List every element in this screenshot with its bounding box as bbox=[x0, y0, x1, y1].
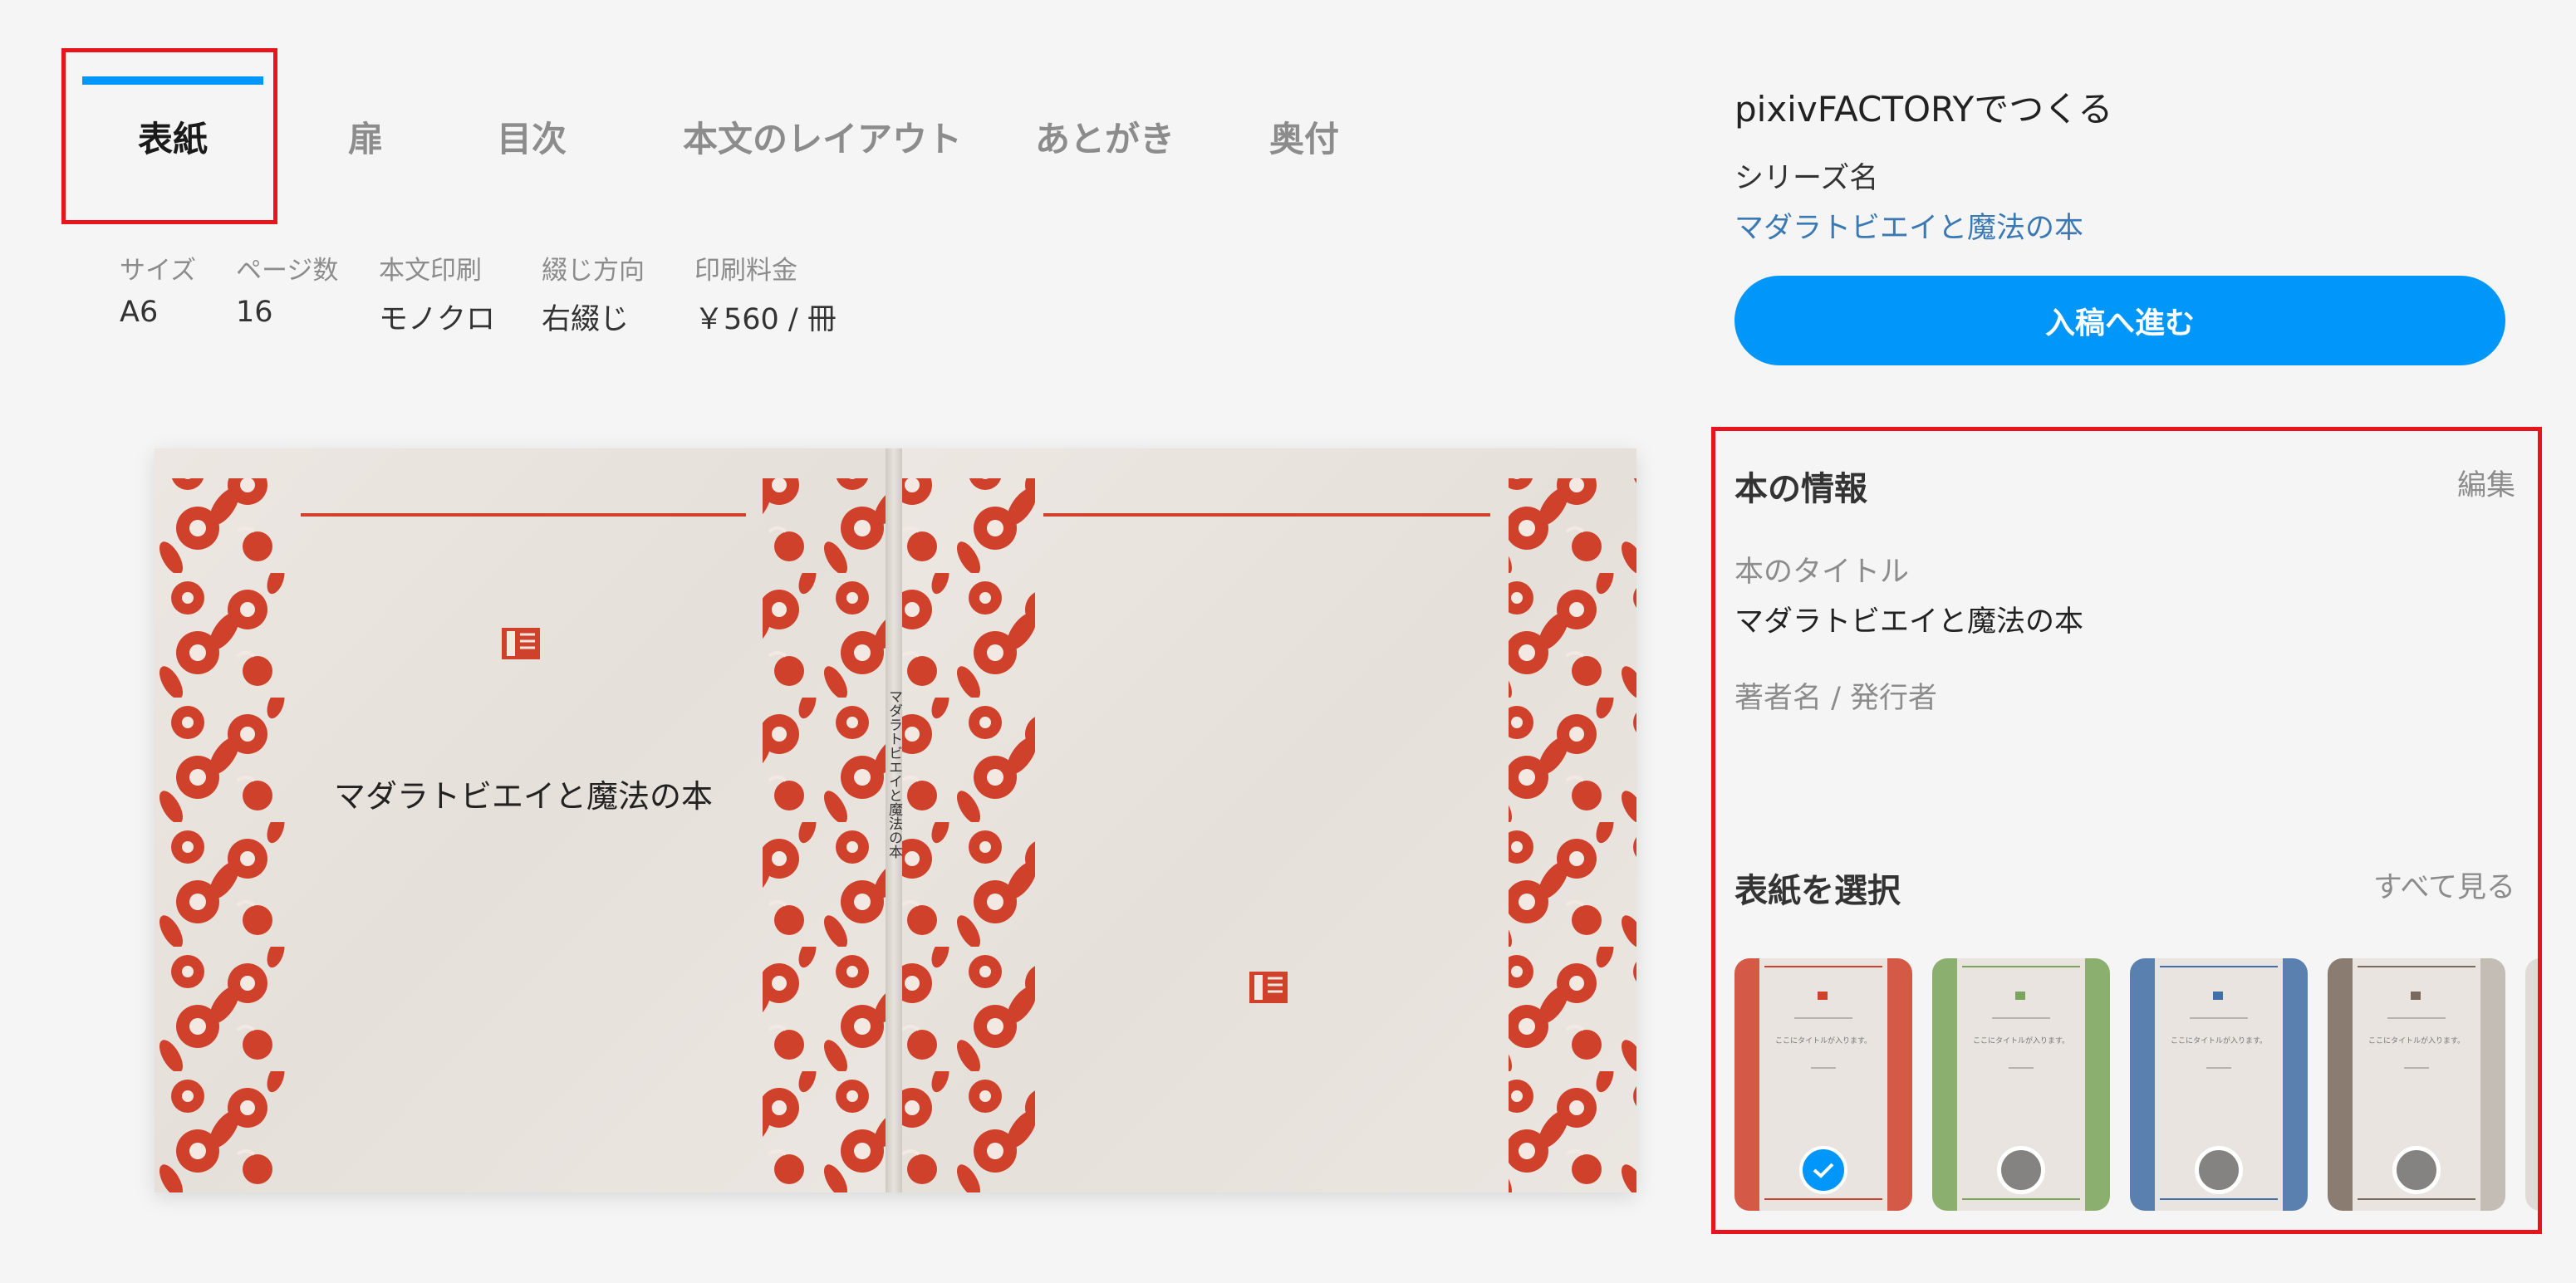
spine-title-text: マダラトビエイと魔法の本 bbox=[886, 689, 902, 859]
series-label: シリーズ名 bbox=[1735, 162, 1879, 195]
spec-label: 本文印刷 bbox=[379, 256, 482, 286]
unselected-radio bbox=[1997, 1146, 2045, 1194]
spec-value: ￥560 / 冊 bbox=[694, 303, 837, 336]
author-label: 著者名 / 発行者 bbox=[1735, 682, 1938, 715]
spec-value: モノクロ bbox=[379, 303, 496, 336]
see-all-link[interactable]: すべて見る bbox=[2373, 864, 2515, 906]
tab-title-page[interactable]: 扉 bbox=[303, 48, 428, 224]
book-logo-icon bbox=[1249, 972, 1288, 1003]
spec-print: 本文印刷 モノクロ bbox=[379, 249, 542, 338]
tab-colophon[interactable]: 奥付 bbox=[1225, 48, 1383, 224]
ornament-border-right bbox=[763, 478, 886, 1192]
book-specs: サイズ A6 ページ数 16 本文印刷 モノクロ 綴じ方向 右綴じ 印刷料金 ￥… bbox=[120, 249, 894, 338]
book-logo-icon bbox=[502, 628, 540, 659]
ornament-border-right bbox=[1509, 478, 1636, 1192]
spec-value: A6 bbox=[120, 296, 159, 329]
spec-value: 右綴じ bbox=[542, 303, 630, 336]
spec-binding: 綴じ方向 右綴じ bbox=[542, 249, 694, 338]
book-title-label: 本のタイトル bbox=[1735, 556, 1910, 589]
spec-size: サイズ A6 bbox=[120, 249, 236, 338]
spec-label: サイズ bbox=[120, 256, 197, 286]
unselected-radio bbox=[2195, 1146, 2243, 1194]
series-link[interactable]: マダラトビエイと魔法の本 bbox=[1735, 204, 2083, 247]
ornament-border-left bbox=[155, 478, 287, 1192]
check-icon bbox=[1813, 1163, 1834, 1178]
book-info-heading: 本の情報 bbox=[1735, 470, 1867, 508]
cover-option-title: ここにタイトルが入ります。 bbox=[2367, 1037, 2466, 1045]
cover-option-title: ここにタイトルが入ります。 bbox=[1972, 1037, 2070, 1045]
book-info-panel: 本の情報 編集 本のタイトル マダラトビエイと魔法の本 著者名 / 発行者 表紙… bbox=[1711, 427, 2542, 1234]
tab-body-layout[interactable]: 本文のレイアウト bbox=[635, 48, 1009, 224]
cover-title-text: マダラトビエイと魔法の本 bbox=[333, 778, 713, 815]
factory-title: pixivFACTORYでつくる bbox=[1735, 89, 2113, 130]
cover-option-title: ここにタイトルが入ります。 bbox=[1774, 1037, 1872, 1045]
unselected-radio bbox=[2392, 1146, 2441, 1194]
cover-option-title: ここにタイトルが入ります。 bbox=[2170, 1037, 2268, 1045]
spec-label: 印刷料金 bbox=[694, 256, 797, 286]
cover-preview: マダラトビエイと魔法の本 マダラトビエイと魔法の本 bbox=[155, 448, 1636, 1192]
spec-price: 印刷料金 ￥560 / 冊 bbox=[694, 249, 894, 338]
tab-contents[interactable]: 目次 bbox=[444, 48, 619, 224]
tab-cover[interactable]: 表紙 bbox=[82, 48, 263, 224]
spec-label: 綴じ方向 bbox=[542, 256, 645, 286]
cover-select-heading: 表紙を選択 bbox=[1735, 872, 1901, 910]
cover-option-brown[interactable]: ここにタイトルが入ります。 bbox=[2328, 958, 2505, 1211]
spec-value: 16 bbox=[236, 296, 273, 329]
proceed-to-submission-button[interactable]: 入稿へ進む bbox=[1735, 276, 2505, 365]
ornament-border-left bbox=[902, 478, 1035, 1192]
tab-afterword[interactable]: あとがき bbox=[968, 48, 1242, 224]
cover-thumbnail-list: ここにタイトルが入ります。 ここにタイトルが入ります。 ここにタイトルが入ります… bbox=[1735, 948, 2542, 1214]
spec-pages: ページ数 16 bbox=[236, 249, 379, 338]
cover-option-red[interactable]: ここにタイトルが入ります。 bbox=[1735, 958, 1912, 1211]
cover-option-blue[interactable]: ここにタイトルが入ります。 bbox=[2130, 958, 2308, 1211]
edit-link[interactable]: 編集 bbox=[2457, 462, 2515, 504]
spec-label: ページ数 bbox=[236, 256, 339, 286]
book-title-value: マダラトビエイと魔法の本 bbox=[1735, 605, 2084, 639]
selected-radio bbox=[1799, 1146, 1847, 1194]
cover-option-green[interactable]: ここにタイトルが入ります。 bbox=[1932, 958, 2110, 1211]
cover-option-partial[interactable] bbox=[2525, 958, 2542, 1211]
